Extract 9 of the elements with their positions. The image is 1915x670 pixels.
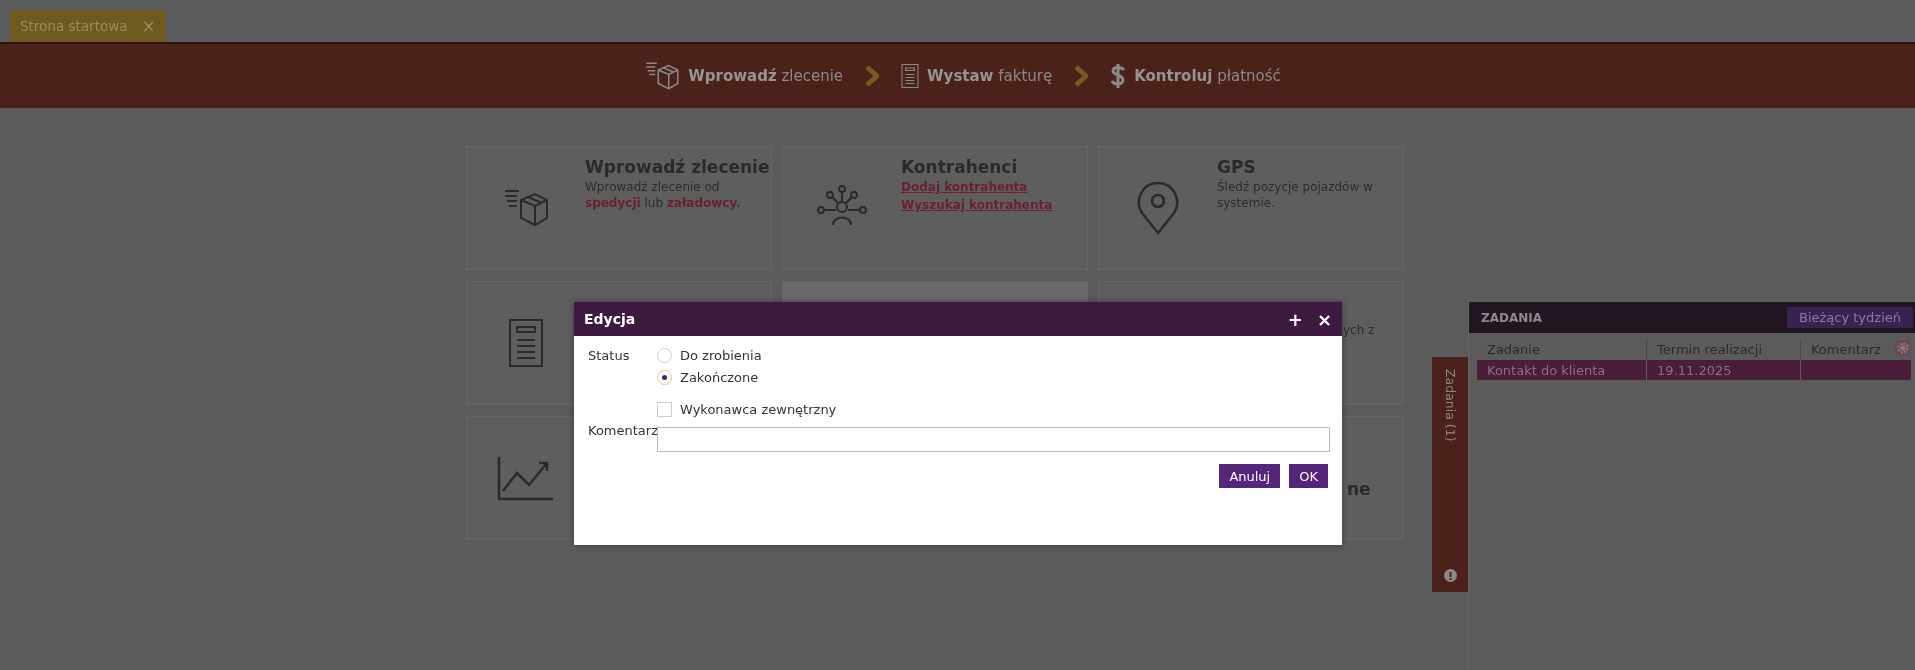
dialog-title: Edycja [584,311,637,327]
table-cell: Kontakt do klienta [1477,360,1647,380]
field-label: Komentarz [588,423,657,440]
panel-title: ZADANIA [1481,310,1543,325]
option-label: Zakończone [680,370,759,385]
field-label: Status [588,348,631,365]
table-cell: 19.11.2025 [1646,360,1801,380]
option-label: Do zrobienia [680,348,762,363]
checkbox-label: Wykonawca zewnętrzny [680,402,837,417]
